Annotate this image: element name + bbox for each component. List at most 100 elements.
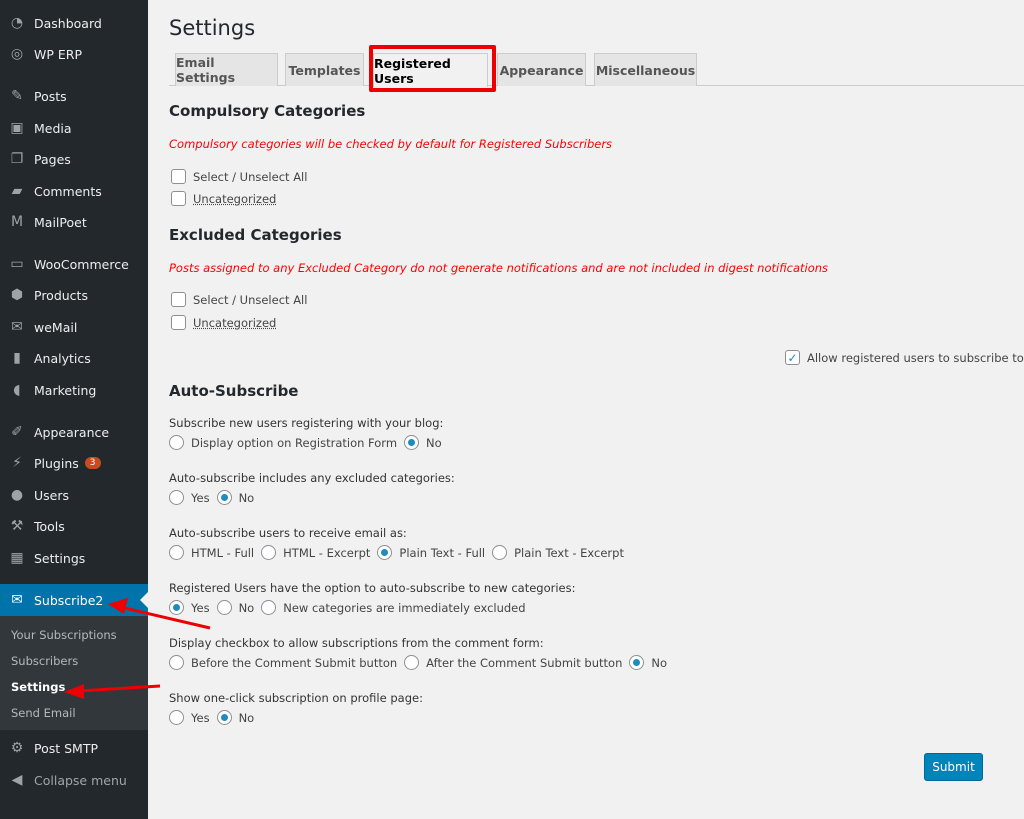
radio-option[interactable]: HTML - Excerpt [261, 545, 370, 560]
sidebar-item-label: Subscribe2 [34, 592, 104, 608]
checkbox[interactable] [171, 315, 186, 330]
excluded-heading: Excluded Categories [169, 226, 342, 244]
checkbox[interactable] [171, 191, 186, 206]
submenu-send-email[interactable]: Send Email [11, 706, 76, 720]
page-title: Settings [169, 16, 256, 40]
radio-group: HTML - Full HTML - Excerpt Plain Text - Fu… [169, 545, 631, 560]
sidebar-item-label: Plugins [34, 455, 79, 471]
allow-excluded-checkbox[interactable]: ✓ Allow registered users to subscribe to … [785, 350, 1024, 365]
auto-subscribe-heading: Auto-Subscribe [169, 382, 299, 400]
sidebar-item-marketing[interactable]: ◖ Marketing [0, 375, 148, 405]
radio-option[interactable]: Display option on Registration Form [169, 435, 397, 450]
radio-button[interactable] [216, 710, 232, 725]
radio-label: After the Comment Submit button [426, 655, 623, 670]
radio-option[interactable]: No [216, 490, 254, 505]
sidebar-item-dashboard[interactable]: ◔ Dashboard [0, 8, 148, 38]
radio-option[interactable]: Yes [169, 600, 210, 615]
radio-button[interactable] [492, 545, 508, 560]
radio-option[interactable]: Yes [169, 710, 210, 725]
tab-templates[interactable]: Templates [285, 53, 364, 86]
sidebar-item-subscribe2[interactable]: ✉ Subscribe2 [0, 584, 148, 616]
excluded-select-all[interactable]: Select / Unselect All [171, 292, 307, 307]
submenu-settings[interactable]: Settings [11, 680, 65, 694]
submenu-subscribers[interactable]: Subscribers [11, 654, 78, 668]
radio-button[interactable] [169, 490, 184, 505]
label: Select / Unselect All [193, 169, 308, 184]
erp-icon: ◎ [10, 46, 24, 62]
sidebar-item-woocommerce[interactable]: ▭ WooCommerce [0, 249, 148, 279]
tab-email-settings[interactable]: Email Settings [175, 53, 278, 86]
radio-label: Plain Text - Full [399, 545, 486, 560]
sidebar-item-media[interactable]: ▣ Media [0, 113, 148, 143]
radio-button[interactable] [404, 655, 420, 670]
compulsory-select-all[interactable]: Select / Unselect All [171, 169, 307, 184]
update-count-badge: 3 [84, 457, 101, 469]
sidebar-item-wp-erp[interactable]: ◎ WP ERP [0, 39, 148, 69]
radio-button[interactable] [377, 545, 393, 560]
sidebar-item-label: Media [34, 120, 72, 136]
sidebar-item-posts[interactable]: ✎ Posts [0, 81, 148, 111]
excluded-uncategorized[interactable]: Uncategorized [171, 315, 276, 330]
radio-button[interactable] [629, 655, 645, 670]
sidebar-item-appearance[interactable]: ✐ Appearance [0, 417, 148, 447]
sidebar-item-analytics[interactable]: ▮ Analytics [0, 343, 148, 373]
question-label: Registered Users have the option to auto… [169, 581, 576, 595]
tab-miscellaneous[interactable]: Miscellaneous [594, 53, 697, 86]
radio-button[interactable] [261, 545, 277, 560]
checkbox[interactable] [171, 292, 186, 307]
sidebar-item-collapse-menu[interactable]: ◀ Collapse menu [0, 765, 148, 795]
radio-button[interactable] [169, 600, 184, 615]
radio-button[interactable] [404, 435, 420, 450]
radio-option[interactable]: Before the Comment Submit button [169, 655, 397, 670]
submit-button[interactable]: Submit [924, 753, 983, 781]
radio-option[interactable]: No [404, 435, 442, 450]
radio-label: HTML - Excerpt [283, 545, 371, 560]
radio-label: HTML - Full [191, 545, 255, 560]
sidebar-item-wemail[interactable]: ✉ weMail [0, 312, 148, 342]
question-label: Show one-click subscription on profile p… [169, 691, 423, 705]
checkbox-checked[interactable]: ✓ [785, 350, 800, 365]
checkbox[interactable] [171, 169, 186, 184]
radio-option[interactable]: No [216, 710, 254, 725]
radio-option[interactable]: After the Comment Submit button [404, 655, 622, 670]
radio-label: No [651, 655, 667, 670]
radio-label: Plain Text - Excerpt [514, 545, 624, 560]
radio-button[interactable] [169, 710, 184, 725]
compulsory-uncategorized[interactable]: Uncategorized [171, 191, 276, 206]
radio-button[interactable] [261, 600, 277, 615]
submenu-your-subscriptions[interactable]: Your Subscriptions [11, 628, 117, 642]
sidebar-item-label: Products [34, 287, 88, 303]
annotation-arrows [64, 598, 211, 699]
radio-option[interactable]: Plain Text - Excerpt [492, 545, 624, 560]
sidebar-item-settings[interactable]: ▦ Settings [0, 543, 148, 573]
radio-button[interactable] [169, 655, 184, 670]
question-label: Subscribe new users registering with you… [169, 416, 444, 430]
radio-option[interactable]: Plain Text - Full [377, 545, 485, 560]
tab-appearance[interactable]: Appearance [497, 53, 586, 86]
sidebar-item-post-smtp[interactable]: ⚙ Post SMTP [0, 733, 148, 763]
sidebar-item-plugins[interactable]: ⚡ Plugins 3 [0, 448, 148, 478]
radio-option[interactable]: Yes [169, 490, 210, 505]
radio-option[interactable]: No [216, 600, 254, 615]
radio-group: Yes No New categories are immediately excl… [169, 600, 533, 615]
sidebar-item-mailpoet[interactable]: M MailPoet [0, 207, 148, 237]
radio-button[interactable] [169, 545, 184, 560]
sidebar-item-pages[interactable]: ❐ Pages [0, 144, 148, 174]
radio-option[interactable]: New categories are immediately excluded [261, 600, 526, 615]
sidebar-item-users[interactable]: ● Users [0, 480, 148, 510]
radio-option[interactable]: HTML - Full [169, 545, 254, 560]
active-menu-notch [140, 592, 148, 608]
radio-button[interactable] [216, 490, 232, 505]
sidebar-item-products[interactable]: ⬢ Products [0, 280, 148, 310]
radio-option[interactable]: No [629, 655, 667, 670]
gear-icon: ⚙ [10, 740, 24, 756]
radio-button[interactable] [169, 435, 184, 450]
sidebar-item-comments[interactable]: ▰ Comments [0, 176, 148, 206]
question-label: Display checkbox to allow subscriptions … [169, 636, 544, 650]
question-label: Auto-subscribe users to receive email as… [169, 526, 407, 540]
sidebar-item-label: Users [34, 487, 70, 503]
sidebar-item-tools[interactable]: ⚒ Tools [0, 511, 148, 541]
megaphone-icon: ◖ [13, 382, 21, 398]
radio-button[interactable] [216, 600, 232, 615]
question-label: Auto-subscribe includes any excluded cat… [169, 471, 455, 485]
